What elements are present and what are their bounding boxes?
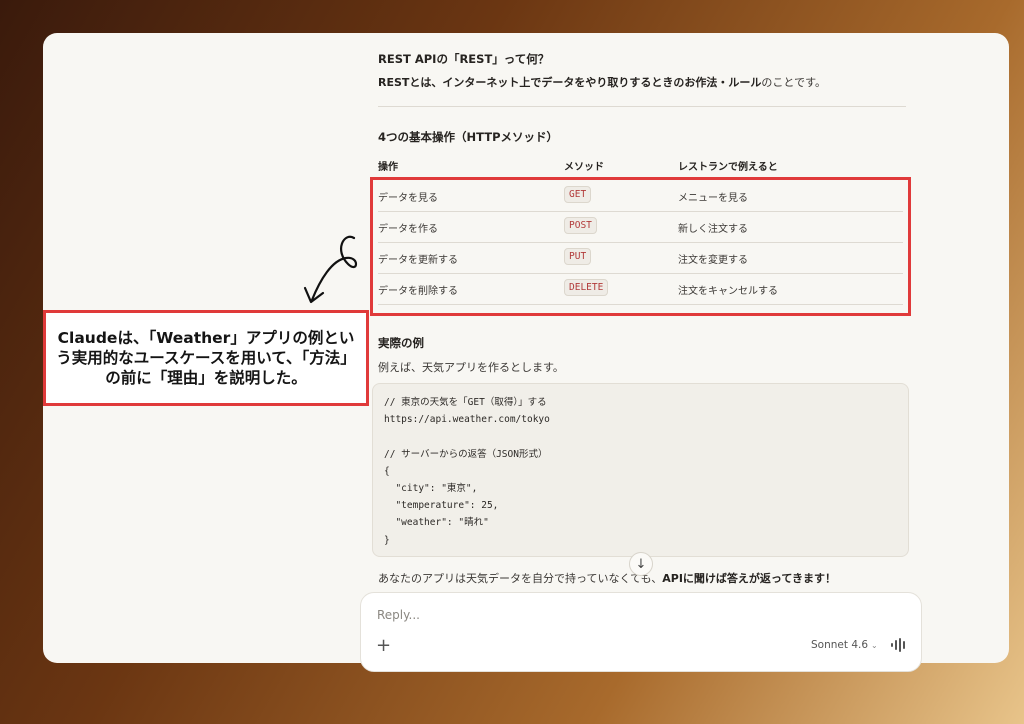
- example-conclusion: あなたのアプリは天気データを自分で持っていなくても、APIに聞けば答えが返ってき…: [378, 570, 836, 586]
- reply-composer: + Sonnet 4.6⌄: [360, 592, 922, 672]
- example-conclusion-bold: APIに聞けば答えが返ってきます！: [662, 572, 837, 585]
- rest-definition-bold: お作法・ルール: [684, 76, 762, 89]
- arrow-down-icon: ↓: [635, 556, 647, 572]
- section-heading-example: 実際の例: [378, 336, 424, 350]
- annotation-arrow-icon: [303, 235, 358, 304]
- code-block: // 東京の天気を「GET（取得）」する https://api.weather…: [372, 383, 909, 557]
- example-conclusion-prefix: あなたのアプリは天気データを自分で持っていなくても、: [378, 572, 663, 585]
- code-content: // 東京の天気を「GET（取得）」する https://api.weather…: [384, 397, 550, 546]
- table-header-operation: 操作: [378, 162, 398, 173]
- divider: [378, 106, 906, 107]
- rest-definition-suffix: のことです。: [761, 76, 826, 89]
- table-header-method: メソッド: [564, 162, 604, 173]
- table-highlight-box: [370, 177, 911, 316]
- annotation-callout: Claudeは、「Weather」アプリの例という実用的なユースケースを用いて、…: [43, 310, 369, 406]
- rest-definition-prefix: RESTとは、インターネット上でデータをやり取りするときの: [378, 76, 685, 89]
- voice-waveform-icon[interactable]: [890, 638, 908, 652]
- chevron-down-icon: ⌄: [871, 641, 878, 650]
- scroll-down-button[interactable]: ↓: [629, 552, 653, 576]
- example-intro: 例えば、天気アプリを作るとします。: [378, 361, 564, 374]
- section-heading-rest: REST APIの「REST」って何？: [378, 52, 550, 66]
- model-name: Sonnet 4.6: [811, 639, 869, 651]
- model-selector[interactable]: Sonnet 4.6 ⌄: [811, 639, 878, 651]
- plus-icon[interactable]: +: [376, 635, 391, 656]
- table-header-analogy: レストランで例えると: [678, 162, 778, 173]
- rest-definition: RESTとは、インターネット上でデータをやり取りするときのお作法・ルールのことで…: [378, 74, 826, 90]
- reply-input[interactable]: [375, 607, 899, 623]
- section-heading-methods: 4つの基本操作（HTTPメソッド）: [378, 130, 559, 144]
